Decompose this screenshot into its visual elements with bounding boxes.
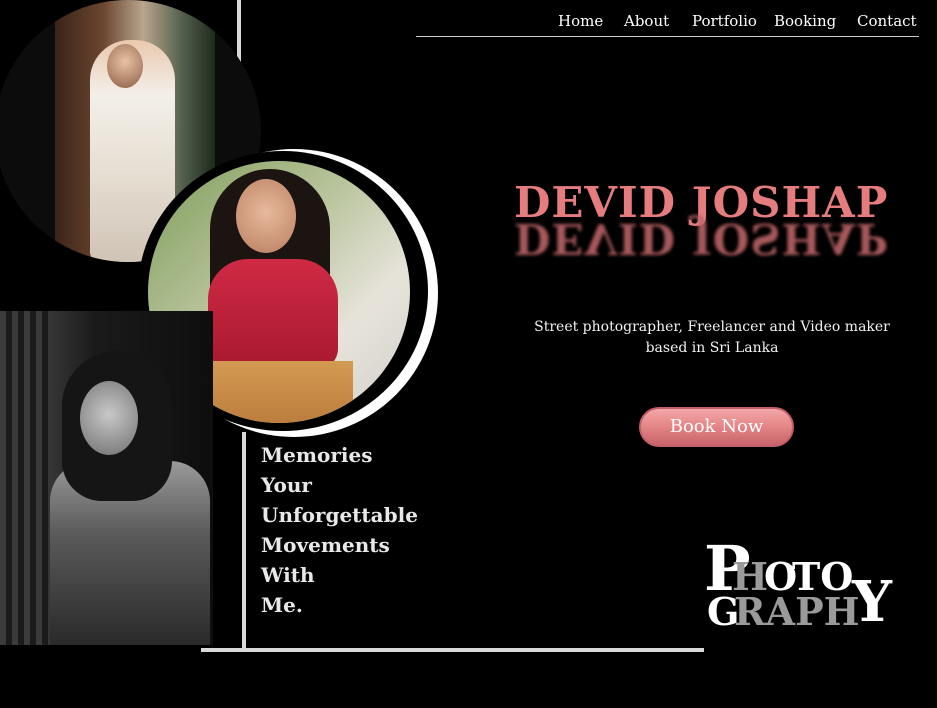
photo-skirt: [203, 361, 353, 423]
tagline-line: Memories: [261, 443, 373, 467]
divider-line-bottom: [242, 432, 246, 650]
nav-booking[interactable]: Booking: [774, 12, 836, 30]
nav-contact[interactable]: Contact: [857, 12, 917, 30]
tagline-line: Movements: [261, 533, 390, 557]
photo-face: [236, 179, 296, 253]
tagline-line: Unforgettable: [261, 503, 418, 527]
logo-letter-y: Y: [852, 569, 892, 635]
divider-line-horizontal: [201, 648, 704, 652]
nav-home[interactable]: Home: [558, 12, 603, 30]
logo-letters-raph: RAPH: [734, 589, 860, 634]
photo-curtain: [0, 311, 48, 645]
tagline: Memories Your Unforgettable Movements Wi…: [261, 440, 441, 620]
tagline-line: Me.: [261, 593, 303, 617]
photographer-name-reflection: DEVID JOSHAP: [514, 214, 889, 263]
tagline-line: With: [261, 563, 315, 587]
top-navigation: Home About Portfolio Booking Contact: [416, 0, 919, 37]
book-now-button[interactable]: Book Now: [639, 407, 794, 447]
tagline-line: Your: [261, 473, 312, 497]
photo-head: [107, 44, 143, 88]
nav-portfolio[interactable]: Portfolio: [692, 12, 757, 30]
photo-face: [80, 381, 138, 455]
photo-monochrome-portrait: [0, 311, 213, 645]
photographer-bio: Street photographer, Freelancer and Vide…: [534, 319, 890, 356]
photo-blouse: [208, 259, 338, 369]
photography-logo: P H O TO G RAPH Y: [704, 538, 894, 635]
nav-about[interactable]: About: [624, 12, 669, 30]
